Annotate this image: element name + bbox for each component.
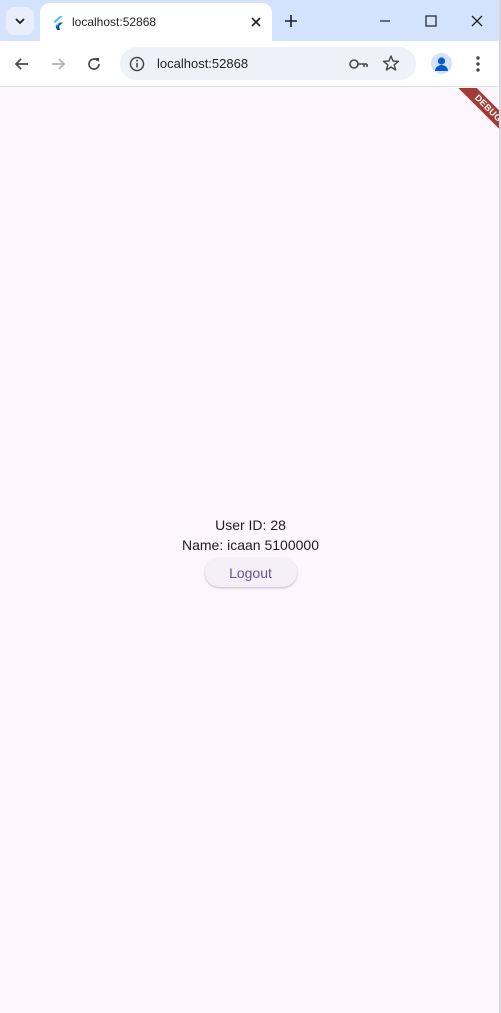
maximize-icon bbox=[425, 15, 437, 27]
browser-toolbar: localhost:52868 bbox=[0, 41, 501, 87]
reload-icon bbox=[88, 58, 100, 70]
back-button[interactable] bbox=[10, 52, 34, 76]
chevron-down-icon bbox=[15, 18, 25, 25]
address-bar[interactable]: localhost:52868 bbox=[120, 47, 416, 80]
user-info-panel: User ID: 28 Name: icaan 5100000 Logout bbox=[0, 515, 501, 587]
arrow-left-icon bbox=[14, 58, 28, 70]
minimize-button[interactable] bbox=[373, 9, 397, 33]
profile-avatar[interactable] bbox=[431, 53, 452, 74]
browser-tab[interactable]: localhost:52868 bbox=[40, 3, 272, 41]
tab-title: localhost:52868 bbox=[72, 15, 157, 29]
close-icon[interactable] bbox=[248, 14, 264, 30]
browser-tab-strip: localhost:52868 bbox=[0, 0, 501, 41]
browser-menu-button[interactable] bbox=[468, 52, 488, 76]
person-icon bbox=[435, 57, 448, 71]
more-vert-icon bbox=[476, 56, 480, 72]
flutter-icon bbox=[53, 16, 63, 30]
plus-icon[interactable] bbox=[282, 12, 300, 30]
debug-banner: DEBUG bbox=[436, 88, 501, 146]
window-close-button[interactable] bbox=[465, 9, 489, 33]
tab-search-button[interactable] bbox=[6, 7, 34, 35]
app-viewport: DEBUG User ID: 28 Name: icaan 5100000 Lo… bbox=[0, 88, 501, 1013]
maximize-button[interactable] bbox=[419, 9, 443, 33]
debug-banner-label: DEBUG bbox=[448, 88, 501, 146]
minimize-icon bbox=[380, 20, 390, 22]
user-name-text: Name: icaan 5100000 bbox=[182, 537, 319, 553]
reload-button[interactable] bbox=[82, 52, 106, 76]
arrow-right-icon bbox=[52, 58, 66, 70]
star-icon[interactable] bbox=[382, 54, 400, 72]
key-icon[interactable] bbox=[348, 55, 370, 73]
info-icon[interactable] bbox=[128, 55, 146, 73]
forward-button[interactable] bbox=[46, 52, 70, 76]
logout-button[interactable]: Logout bbox=[204, 558, 297, 587]
close-window-icon bbox=[471, 15, 483, 27]
url-text: localhost:52868 bbox=[157, 56, 249, 71]
user-id-text: User ID: 28 bbox=[215, 517, 286, 533]
